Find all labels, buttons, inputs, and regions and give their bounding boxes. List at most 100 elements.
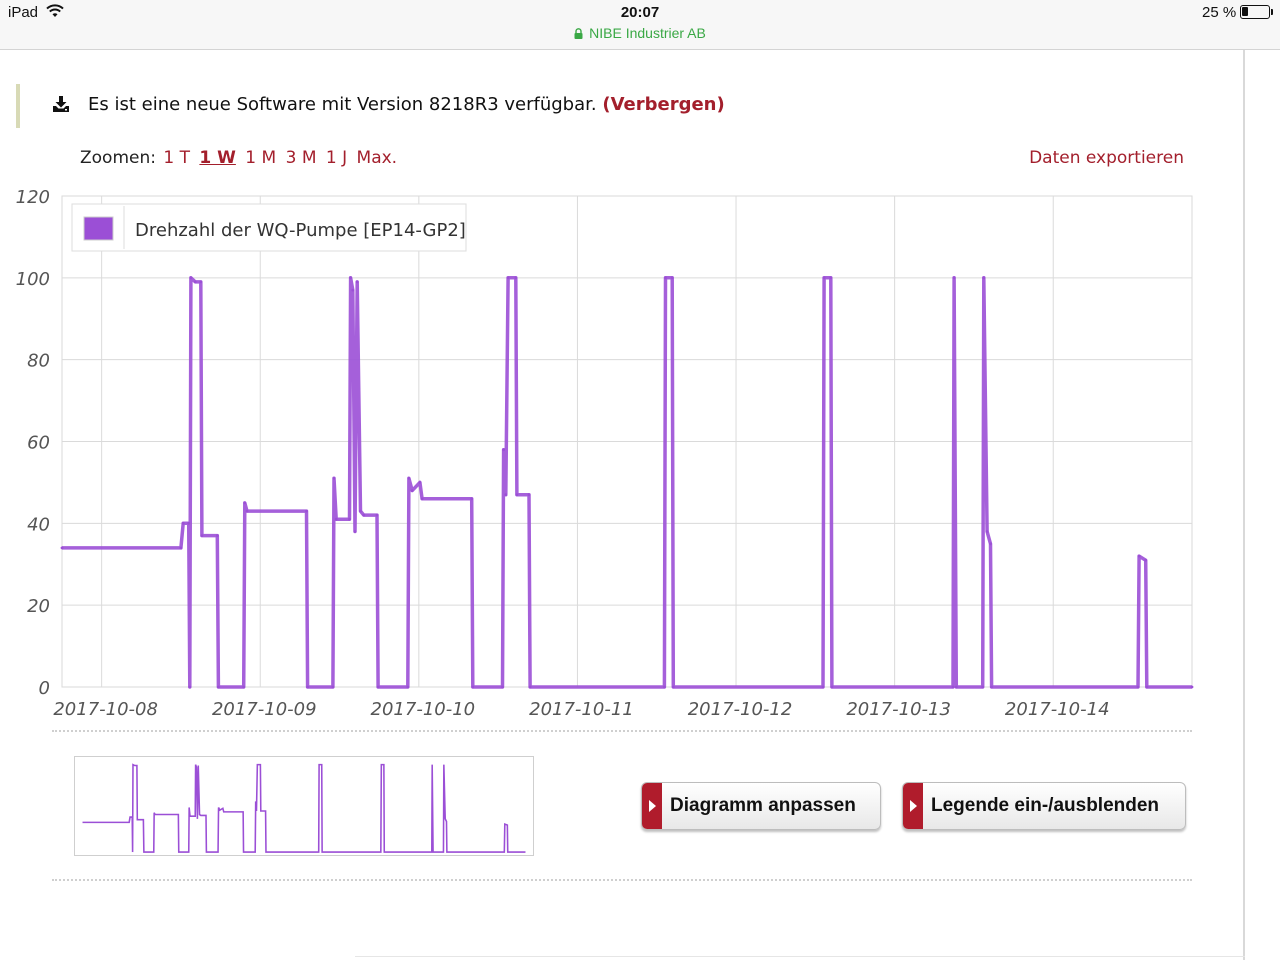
battery-percent: 25 %: [1202, 4, 1237, 21]
series-layer: [60, 276, 1194, 689]
data-point: [664, 276, 667, 280]
data-point: [1145, 685, 1149, 689]
data-point: [187, 521, 191, 525]
data-point: [1190, 685, 1194, 689]
lock-icon: [574, 28, 583, 39]
x-axis-ticks: 2017-10-08 2017-10-09 2017-10-10 2017-10-11…: [53, 699, 1109, 720]
x-tick-label: 2017-10-12: [688, 699, 793, 720]
zoom-1-day[interactable]: 1 T: [163, 148, 190, 168]
legend-series-label: Drehzahl der WQ-Pumpe [EP14-GP2]: [135, 220, 466, 241]
button-tab: [642, 783, 662, 829]
data-point: [245, 509, 249, 513]
data-point: [60, 546, 64, 550]
data-point: [193, 280, 197, 284]
data-point: [348, 517, 351, 521]
chart-divider-bottom: [52, 879, 1192, 881]
toggle-legend-label: Legende ein-/ausblenden: [931, 795, 1160, 816]
hide-notice-link[interactable]: (Verbergen): [602, 94, 724, 115]
pump-speed-chart[interactable]: 020406080100120 2017-10-08 2017-10-09 2017…: [0, 180, 1230, 725]
y-tick-label: 120: [16, 187, 50, 208]
data-point: [1136, 685, 1140, 689]
data-point: [406, 685, 410, 689]
y-tick-label: 40: [27, 514, 50, 535]
data-point: [349, 276, 352, 280]
legend-swatch: [83, 216, 114, 241]
data-point: [215, 534, 219, 537]
overview-navigator[interactable]: [74, 756, 534, 856]
data-point: [663, 685, 666, 689]
customize-diagram-button[interactable]: Diagramm anpassen: [641, 782, 881, 830]
data-point: [951, 685, 955, 689]
data-point: [355, 280, 359, 284]
y-tick-label: 100: [16, 269, 50, 290]
customize-diagram-label: Diagramm anpassen: [670, 795, 856, 816]
data-point: [243, 501, 247, 505]
data-point: [199, 280, 203, 284]
data-point: [671, 685, 675, 689]
data-point: [331, 685, 335, 689]
data-point: [822, 276, 826, 280]
zoom-3-months[interactable]: 3 M: [286, 148, 317, 168]
y-tick-label: 20: [27, 596, 50, 617]
x-tick-label: 2017-10-08: [53, 699, 158, 720]
data-point: [410, 489, 414, 492]
footer-divider: [355, 956, 1245, 957]
data-point: [1144, 558, 1148, 562]
chart-legend[interactable]: Drehzahl der WQ-Pumpe [EP14-GP2]: [71, 203, 467, 252]
site-name: NIBE Industrier AB: [589, 25, 706, 41]
data-point: [353, 530, 357, 533]
data-point: [952, 276, 956, 280]
status-bar: iPad 20:07 NIBE Industrier AB 25 %: [0, 0, 1280, 50]
data-point: [420, 497, 424, 501]
data-point: [375, 513, 379, 517]
data-point: [418, 481, 422, 484]
data-point: [242, 685, 246, 689]
data-point: [504, 493, 508, 497]
x-tick-label: 2017-10-14: [1005, 699, 1110, 720]
battery-icon: [1240, 5, 1270, 19]
data-point: [990, 685, 993, 689]
battery-tip: [1271, 9, 1273, 15]
battery-level: [1242, 7, 1249, 16]
data-point: [506, 276, 510, 280]
zoom-max[interactable]: Max.: [357, 148, 398, 168]
data-point: [821, 685, 825, 689]
site-address[interactable]: NIBE Industrier AB: [0, 25, 1280, 41]
notice-text: Es ist eine neue Software mit Version 82…: [88, 94, 597, 115]
data-point: [362, 513, 366, 517]
page-edge-divider: [1243, 50, 1245, 960]
chart-grid: [61, 195, 1193, 688]
zoom-1-month[interactable]: 1 M: [245, 148, 276, 168]
data-point: [407, 476, 411, 480]
y-tick-label: 80: [27, 351, 50, 372]
x-tick-label: 2017-10-13: [846, 699, 951, 720]
zoom-controls: Zoomen: 1 T 1 W 1 M 3 M 1 J Max.: [80, 148, 401, 168]
data-point: [981, 685, 985, 689]
chart-divider-top: [52, 730, 1192, 732]
toggle-legend-button[interactable]: Legende ein-/ausblenden: [902, 782, 1186, 830]
clock: 20:07: [620, 4, 660, 21]
data-point: [515, 493, 519, 497]
zoom-1-year[interactable]: 1 J: [326, 148, 347, 168]
data-point: [179, 546, 183, 550]
overview-series-line: [82, 763, 526, 853]
data-point: [982, 276, 986, 280]
download-icon: [53, 96, 69, 112]
x-tick-label: 2017-10-10: [371, 699, 476, 720]
zoom-1-week[interactable]: 1 W: [199, 148, 236, 168]
data-point: [189, 276, 193, 280]
play-arrow-icon: [649, 800, 656, 812]
data-point: [502, 448, 505, 452]
software-update-notice: Es ist eine neue Software mit Version 82…: [16, 84, 916, 128]
y-axis-ticks: 0 20 40 60 80 100 120: [16, 187, 50, 699]
data-point: [954, 685, 958, 689]
y-tick-label: 0: [39, 678, 50, 699]
data-point: [332, 476, 336, 480]
button-tab: [903, 783, 923, 829]
data-point: [830, 685, 834, 689]
notice-message: Es ist eine neue Software mit Version 82…: [88, 94, 725, 115]
data-point: [188, 685, 192, 689]
export-data-link[interactable]: Daten exportieren: [1029, 148, 1184, 168]
data-point: [528, 685, 532, 689]
data-point: [359, 509, 362, 513]
